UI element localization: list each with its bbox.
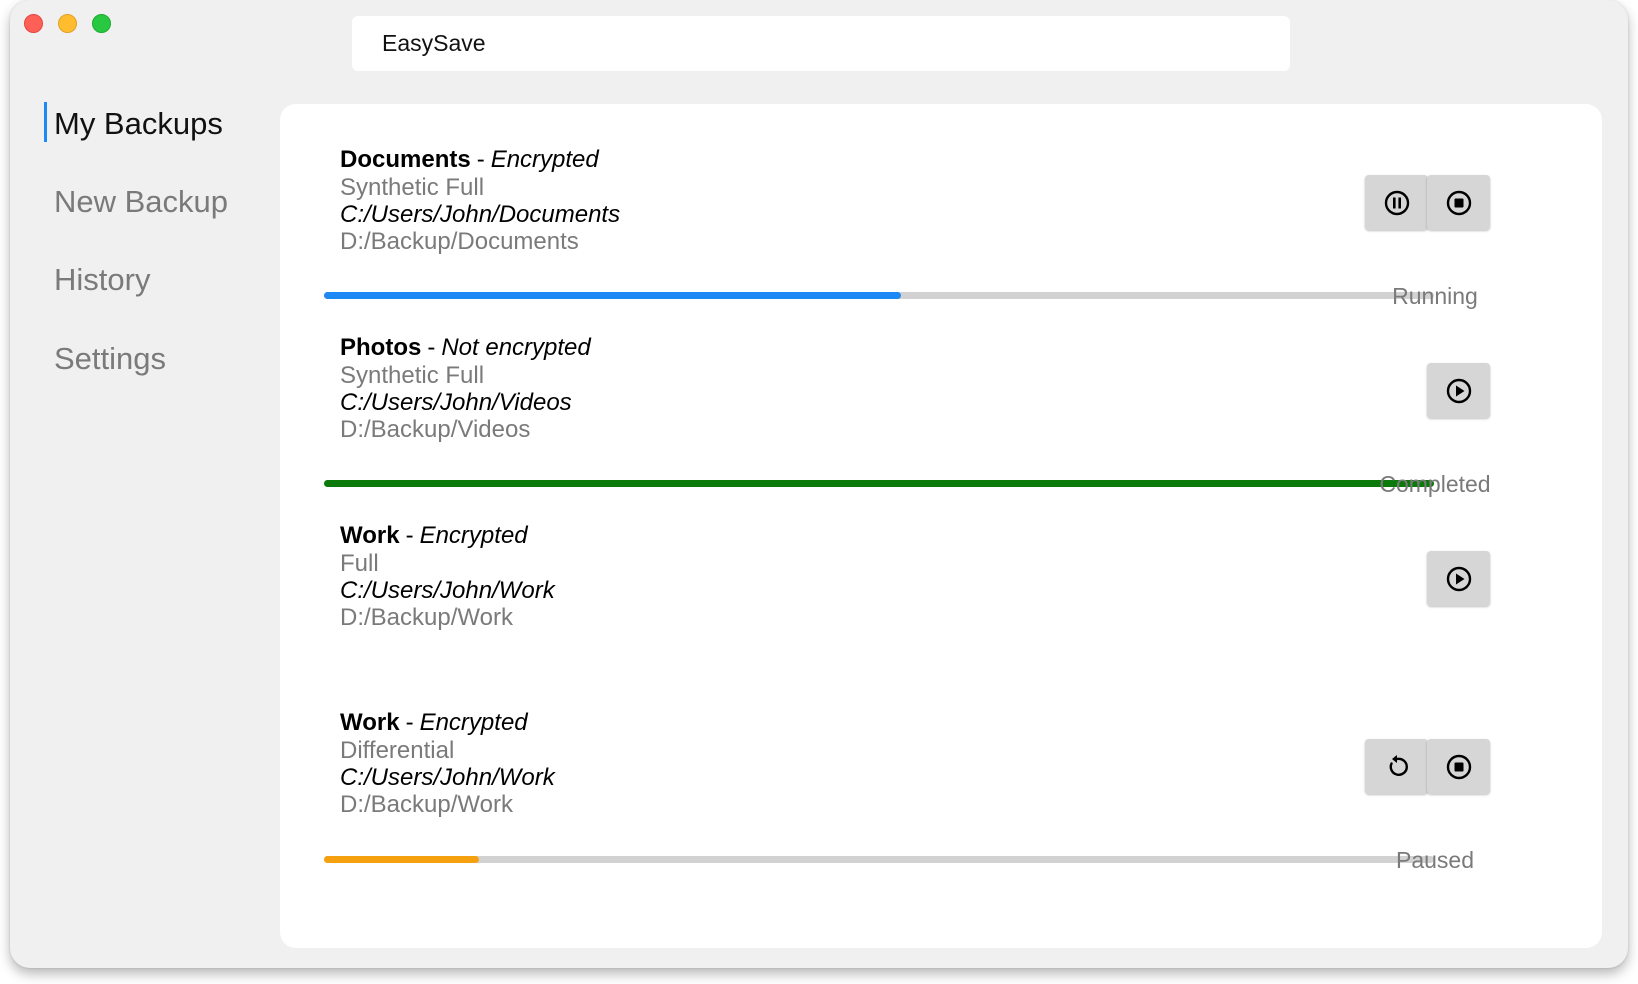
- job-name: Documents: [340, 146, 471, 173]
- close-window-button[interactable]: [24, 14, 43, 33]
- job-title: Photos - Not encrypted: [340, 334, 591, 362]
- restart-button[interactable]: [1365, 739, 1428, 794]
- job-name: Photos: [340, 334, 422, 361]
- restart-icon: [1389, 754, 1408, 776]
- sidebar-item-settings[interactable]: Settings: [44, 337, 166, 381]
- job-type: Full: [340, 550, 379, 577]
- status-label: Completed: [1379, 471, 1491, 497]
- play-icon: [1446, 378, 1471, 403]
- job-source-path: C:/Users/John/Work: [340, 577, 555, 604]
- maximize-window-button[interactable]: [92, 14, 111, 33]
- sidebar-item-history[interactable]: History: [44, 258, 150, 302]
- job-type: Synthetic Full: [340, 174, 485, 201]
- minimize-window-button[interactable]: [58, 14, 77, 33]
- stop-icon: [1446, 754, 1471, 779]
- play-icon: [1446, 566, 1471, 591]
- job-separator: -: [427, 334, 436, 361]
- job-encryption: Encrypted: [419, 709, 528, 736]
- job-type: Differential: [340, 737, 455, 764]
- job-name: Work: [340, 522, 400, 549]
- backup-list: Documents - Encrypted Synthetic Full C:/Us…: [280, 104, 1602, 948]
- status-label: Running: [1392, 283, 1478, 309]
- play-button[interactable]: [1427, 363, 1490, 418]
- job-type: Synthetic Full: [340, 362, 485, 389]
- job-destination-path: D:/Backup/Work: [340, 604, 513, 631]
- progress-fill: [324, 856, 480, 863]
- progress-bar: [324, 292, 1434, 299]
- pause-button[interactable]: [1365, 175, 1428, 230]
- job-destination-path: D:/Backup/Work: [340, 791, 513, 818]
- job-title: Documents - Encrypted: [340, 146, 599, 174]
- progress-bar: [324, 856, 1434, 863]
- progress-bar: [324, 480, 1434, 487]
- sidebar-item-new-backup[interactable]: New Backup: [44, 180, 228, 224]
- job-name: Work: [340, 709, 400, 736]
- job-title: Work - Encrypted: [340, 522, 528, 550]
- stop-button[interactable]: [1427, 739, 1490, 794]
- pause-icon: [1384, 190, 1409, 215]
- job-source-path: C:/Users/John/Videos: [340, 389, 572, 416]
- job-separator: -: [405, 522, 414, 549]
- stop-button[interactable]: [1427, 175, 1490, 230]
- job-title: Work - Encrypted: [340, 709, 528, 737]
- app-window: EasySave My Backups New Backup History S…: [10, 0, 1628, 968]
- job-encryption: Encrypted: [419, 522, 528, 549]
- progress-fill: [324, 480, 1434, 487]
- window-title: EasySave: [352, 16, 1290, 71]
- job-encryption: Encrypted: [490, 146, 599, 173]
- stop-icon: [1446, 190, 1471, 215]
- job-destination-path: D:/Backup/Videos: [340, 416, 531, 443]
- job-source-path: C:/Users/John/Work: [340, 764, 555, 791]
- job-source-path: C:/Users/John/Documents: [340, 201, 621, 228]
- progress-fill: [324, 292, 902, 299]
- status-label: Paused: [1395, 847, 1474, 873]
- play-button[interactable]: [1427, 551, 1490, 606]
- job-separator: -: [405, 709, 414, 736]
- job-separator: -: [476, 146, 485, 173]
- job-encryption: Not encrypted: [441, 334, 591, 361]
- sidebar-item-my-backups[interactable]: My Backups: [44, 102, 223, 146]
- job-destination-path: D:/Backup/Documents: [340, 228, 579, 255]
